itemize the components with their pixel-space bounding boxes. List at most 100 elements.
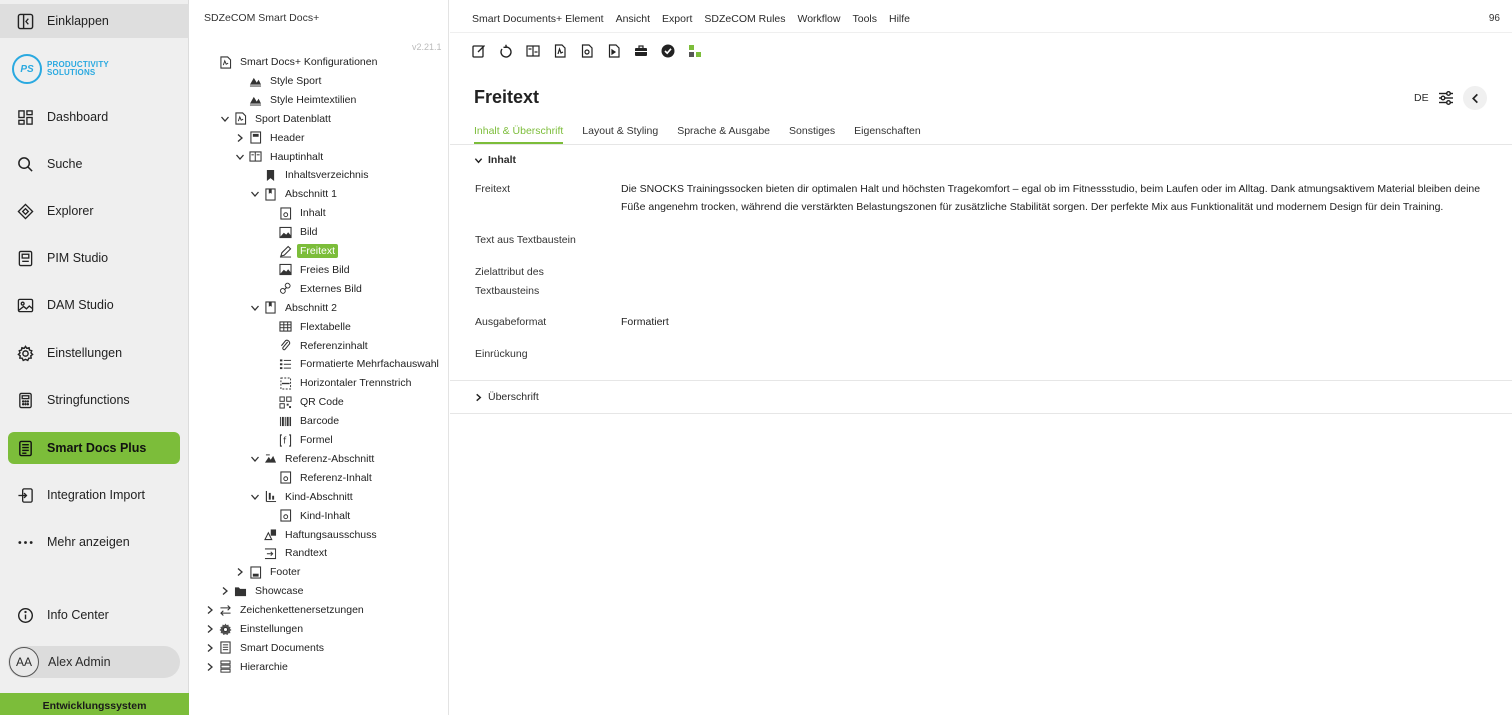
tree-node-zeichenkettenersetzungen[interactable]: Zeichenkettenersetzungen [204,602,367,618]
tree-node-footer[interactable]: Footer [234,564,303,580]
chevron-down-icon[interactable] [219,113,231,125]
nav-item-dashboard[interactable]: Dashboard [8,101,180,133]
collapse-nav-button[interactable]: Einklappen [0,4,189,38]
section-inhalt-toggle[interactable]: Inhalt [474,154,516,166]
tree-node-style-sport[interactable]: Style Sport [234,73,324,89]
tree-node-kind-abschnitt[interactable]: Kind-Abschnitt [249,489,356,505]
nav-item-dam-studio[interactable]: DAM Studio [8,289,180,321]
tree-node-einstellungen[interactable]: Einstellungen [204,621,306,637]
nav-item-integration-import[interactable]: Integration Import [8,479,180,511]
tree-node-showcase[interactable]: Showcase [219,583,306,599]
tab-sonstiges[interactable]: Sonstiges [789,122,835,144]
tree-node-style-heimtextilien[interactable]: Style Heimtextilien [234,92,359,108]
tree-node-qr-code[interactable]: QR Code [264,394,347,410]
picture-icon [279,263,292,276]
tree-node-inhaltsverzeichnis[interactable]: Inhaltsverzeichnis [249,167,371,183]
chevron-down-icon[interactable] [249,302,261,314]
refresh-icon[interactable] [499,44,513,58]
tree-node-bild[interactable]: Bild [264,224,321,240]
tree-node-label: Smart Documents [240,641,325,654]
tree-node-sport-datenblatt[interactable]: Sport Datenblatt [219,111,334,127]
tree-node-hierarchie[interactable]: Hierarchie [204,659,291,675]
nav-item-settings[interactable]: Einstellungen [8,337,180,369]
tree-node-label: Formel [300,434,333,446]
version-label: v2.21.1 [412,42,442,52]
chevron-right-icon[interactable] [204,642,216,654]
swap-icon [219,604,232,617]
section-ueberschrift-toggle[interactable]: Überschrift [474,391,539,403]
menu-tools[interactable]: Tools [852,13,877,25]
freitext-value[interactable]: Die SNOCKS Trainingssocken bieten dir op… [621,180,1481,216]
tree-node-randtext[interactable]: Randtext [249,545,330,561]
nav-item-stringfunctions[interactable]: Stringfunctions [8,384,180,416]
chevron-down-icon[interactable] [249,453,261,465]
tree-node-header[interactable]: Header [234,130,307,146]
nav-item-explorer[interactable]: Explorer [8,195,180,227]
tree-node-referenz-inhalt[interactable]: Referenz-Inhalt [264,470,375,486]
tab-inhalt-ueberschrift[interactable]: Inhalt & Überschrift [474,122,564,144]
margin-text-icon [264,547,277,560]
menu-workflow[interactable]: Workflow [798,13,841,25]
tree-node-horizontaler-trennstrich[interactable]: Horizontaler Trennstrich [264,375,414,391]
chevron-right-icon[interactable] [204,661,216,673]
chevron-right-icon[interactable] [234,132,246,144]
tree-node-referenz-abschnitt[interactable]: Referenz-Abschnitt [249,451,377,467]
tab-sprache-ausgabe[interactable]: Sprache & Ausgabe [677,122,770,144]
tree-node-abschnitt-1[interactable]: Abschnitt 1 [249,186,340,202]
nav-item-info-center[interactable]: Info Center [8,599,180,631]
sliders-icon[interactable] [1438,90,1454,106]
tab-layout-styling[interactable]: Layout & Styling [582,122,658,144]
nav-item-search[interactable]: Suche [8,148,180,180]
tree-node-abschnitt-2[interactable]: Abschnitt 2 [249,300,340,316]
element-icon [279,509,292,522]
tree-node-barcode[interactable]: Barcode [264,413,342,429]
check-circle-icon[interactable] [661,44,675,58]
tree-node-haftungsausschuss[interactable]: Haftungsausschuss [249,527,380,543]
chevron-right-icon[interactable] [234,566,246,578]
preview-icon[interactable] [580,44,594,58]
pdf-export-icon[interactable] [553,44,567,58]
tree-node-kind-inhalt[interactable]: Kind-Inhalt [264,508,353,524]
edit-icon[interactable] [472,44,486,58]
tab-eigenschaften[interactable]: Eigenschaften [854,122,921,144]
chevron-down-icon[interactable] [249,491,261,503]
tree-node-freies-bild[interactable]: Freies Bild [264,262,353,278]
nav-item-smart-docs-plus[interactable]: Smart Docs Plus [8,432,180,464]
dependency-icon[interactable] [688,44,702,58]
chevron-right-icon[interactable] [204,623,216,635]
tree-node-flextabelle[interactable]: Flextabelle [264,319,354,335]
briefcase-icon[interactable] [634,44,648,58]
tree-node-smart-documents[interactable]: Smart Documents [204,640,327,656]
collapse-panel-button[interactable] [1463,86,1487,110]
menu-smart-documents-element[interactable]: Smart Documents+ Element [472,13,604,25]
menu-export[interactable]: Export [662,13,692,25]
tree-node-formel[interactable]: f Formel [264,432,336,448]
tree-node-hauptinhalt[interactable]: Hauptinhalt [234,149,326,165]
menu-sdzecom-rules[interactable]: SDZeCOM Rules [704,13,785,25]
tree-node-smart-docs-konfigurationen[interactable]: Smart Docs+ Konfigurationen [204,54,380,70]
tree-node-formatierte-mehrfachauswahl[interactable]: Formatierte Mehrfachauswahl [264,356,442,372]
ausgabeformat-value[interactable]: Formatiert [621,313,1481,331]
tree-node-externes-bild[interactable]: Externes Bild [264,281,365,297]
tree-node-referenzinhalt[interactable]: Referenzinhalt [264,338,371,354]
chevron-right-icon[interactable] [219,585,231,597]
tree-node-label: Inhalt [300,207,326,220]
menu-ansicht[interactable]: Ansicht [616,13,650,25]
nav-item-show-more[interactable]: Mehr anzeigen [8,526,180,558]
chevron-right-icon[interactable] [204,604,216,616]
document-export-icon[interactable] [607,44,621,58]
language-selector[interactable]: DE [1414,92,1429,104]
chevron-down-icon[interactable] [234,151,246,163]
compare-icon[interactable] [526,44,540,58]
nav-item-pim-studio[interactable]: PIM Studio [8,242,180,274]
tree-node-inhalt[interactable]: Inhalt [264,205,329,221]
link-icon [279,282,292,295]
menu-hilfe[interactable]: Hilfe [889,13,910,25]
tree-node-freitext[interactable]: Freitext [264,243,339,259]
user-menu[interactable]: AA Alex Admin [8,646,180,678]
chevron-down-icon[interactable] [249,188,261,200]
